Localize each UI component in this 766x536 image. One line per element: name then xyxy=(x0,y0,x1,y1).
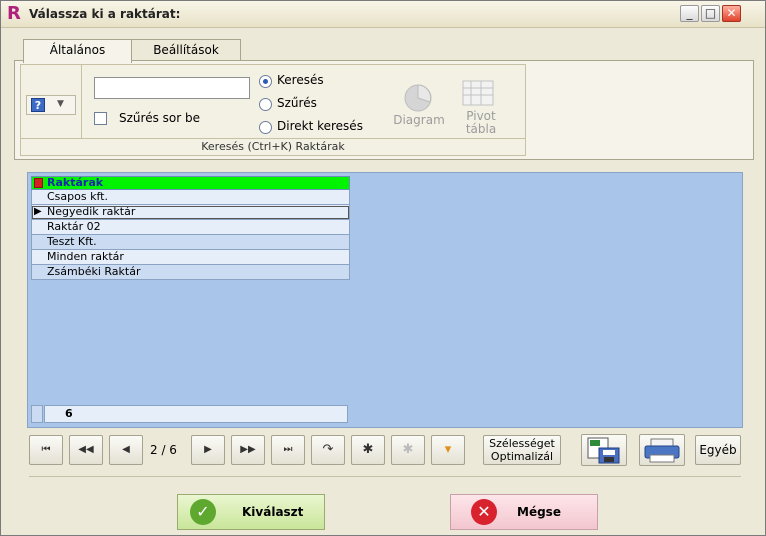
radio-kereses-label: Keresés xyxy=(277,73,324,87)
optimize-width-button[interactable]: Szélességet Optimalizál xyxy=(483,435,561,465)
prev-record-button[interactable]: ◀ xyxy=(109,435,143,465)
row-label: Csapos kft. xyxy=(47,190,108,203)
grid-header-label: Raktárak xyxy=(47,176,104,189)
first-record-button[interactable]: ⏮ xyxy=(29,435,63,465)
tab-beallitasok[interactable]: Beállítások xyxy=(131,39,241,61)
tab-altalanos[interactable]: Általános xyxy=(23,39,132,63)
refresh-icon: ↷ xyxy=(322,442,334,457)
table-row[interactable]: Raktár 02 xyxy=(31,220,350,235)
pivot-table-icon xyxy=(462,80,494,106)
asterisk-icon: ✱ xyxy=(362,442,374,457)
pie-chart-icon xyxy=(404,84,432,112)
table-row[interactable]: Csapos kft. xyxy=(31,190,350,205)
row-label: Zsámbéki Raktár xyxy=(47,265,141,278)
filter-button[interactable]: ▾ xyxy=(431,435,465,465)
row-label: Raktár 02 xyxy=(47,220,101,233)
cancel-x-icon: ✕ xyxy=(471,499,497,525)
prev-page-button[interactable]: ◀◀ xyxy=(69,435,103,465)
diagram-label: Diagram xyxy=(393,113,445,127)
radio-szures[interactable] xyxy=(259,98,272,111)
table-row[interactable]: Zsámbéki Raktár xyxy=(31,265,350,280)
dialog-window: R Válassza ki a raktárat: _ □ ✕ Általáno… xyxy=(0,0,766,536)
funnel-icon: ▾ xyxy=(444,442,452,457)
chevron-down-icon: ▼ xyxy=(57,99,64,109)
next-page-button[interactable]: ▶▶ xyxy=(231,435,265,465)
next-icon: ▶ xyxy=(204,444,212,455)
title-bar[interactable]: R Válassza ki a raktárat: _ □ ✕ xyxy=(1,1,765,28)
grid-header[interactable]: Raktárak xyxy=(31,176,350,190)
maximize-button[interactable]: □ xyxy=(701,5,720,22)
row-count: 6 xyxy=(44,405,348,423)
rewind-icon: ◀◀ xyxy=(78,444,94,455)
printer-icon xyxy=(644,438,680,463)
group-footer: Keresés (Ctrl+K) Raktárak xyxy=(21,138,525,155)
select-button-label: Kiválaszt xyxy=(242,505,304,519)
radio-szures-label: Szűrés xyxy=(277,96,317,110)
asterisk-disabled-icon: ✱ xyxy=(402,442,414,457)
optimize-line1: Szélességet xyxy=(489,437,555,450)
pivot-label: Pivot tábla xyxy=(461,110,501,136)
filter-row-label: Szűrés sor be xyxy=(119,111,200,125)
maximize-icon: □ xyxy=(704,6,717,20)
grid-menu-icon[interactable] xyxy=(34,178,43,188)
window-title: Válassza ki a raktárat: xyxy=(29,7,181,21)
first-icon: ⏮ xyxy=(41,444,51,455)
count-indicator xyxy=(31,405,43,423)
close-button[interactable]: ✕ xyxy=(722,5,741,22)
table-row[interactable]: Minden raktár xyxy=(31,250,350,265)
export-xls-button[interactable] xyxy=(581,434,627,466)
close-icon: ✕ xyxy=(726,6,737,20)
radio-kereses[interactable] xyxy=(259,75,272,88)
minimize-button[interactable]: _ xyxy=(680,5,699,22)
checkmark-icon: ✓ xyxy=(190,499,216,525)
search-input[interactable] xyxy=(94,77,250,99)
table-row[interactable]: Teszt Kft. xyxy=(31,235,350,250)
filter-row-checkbox[interactable] xyxy=(94,112,107,125)
help-dropdown-button[interactable]: ? ▼ xyxy=(26,95,76,115)
next-record-button[interactable]: ▶ xyxy=(191,435,225,465)
minimize-icon: _ xyxy=(686,6,693,20)
pivot-button[interactable] xyxy=(461,79,495,110)
row-label: Minden raktár xyxy=(47,250,124,263)
last-icon: ⏭ xyxy=(283,444,293,455)
row-label: Teszt Kft. xyxy=(47,235,97,248)
pivot-label-line2: tábla xyxy=(465,122,497,136)
divider xyxy=(81,65,82,139)
grid-area: Raktárak Csapos kft. ▶ Negyedik raktár Ra… xyxy=(27,172,743,428)
other-button[interactable]: Egyéb xyxy=(695,435,741,465)
delete-button[interactable]: ✱ xyxy=(391,435,425,465)
refresh-button[interactable]: ↷ xyxy=(311,435,345,465)
print-button[interactable] xyxy=(639,434,685,466)
cancel-button-label: Mégse xyxy=(517,505,561,519)
separator xyxy=(29,476,741,477)
radio-direkt-kereses[interactable] xyxy=(259,121,272,134)
help-icon: ? xyxy=(31,98,45,112)
fast-forward-icon: ▶▶ xyxy=(240,444,256,455)
xls-save-icon xyxy=(587,437,620,464)
row-label: Negyedik raktár xyxy=(47,205,136,218)
last-record-button[interactable]: ⏭ xyxy=(271,435,305,465)
insert-button[interactable]: ✱ xyxy=(351,435,385,465)
radio-direkt-kereses-label: Direkt keresés xyxy=(277,119,363,133)
optimize-line2: Optimalizál xyxy=(490,450,554,463)
search-group: ? ▼ Szűrés sor be Keresés Szűrés Direkt … xyxy=(20,64,526,156)
app-r-icon: R xyxy=(7,3,21,24)
ribbon-panel: ? ▼ Szűrés sor be Keresés Szűrés Direkt … xyxy=(14,60,754,160)
table-row-selected[interactable]: ▶ Negyedik raktár xyxy=(31,205,350,220)
cancel-button[interactable]: ✕ Mégse xyxy=(450,494,598,530)
diagram-button[interactable] xyxy=(403,83,435,116)
row-pointer-icon: ▶ xyxy=(34,206,42,217)
prev-icon: ◀ xyxy=(122,444,130,455)
warehouse-grid: Raktárak Csapos kft. ▶ Negyedik raktár Ra… xyxy=(31,176,350,280)
select-button[interactable]: ✓ Kiválaszt xyxy=(177,494,325,530)
